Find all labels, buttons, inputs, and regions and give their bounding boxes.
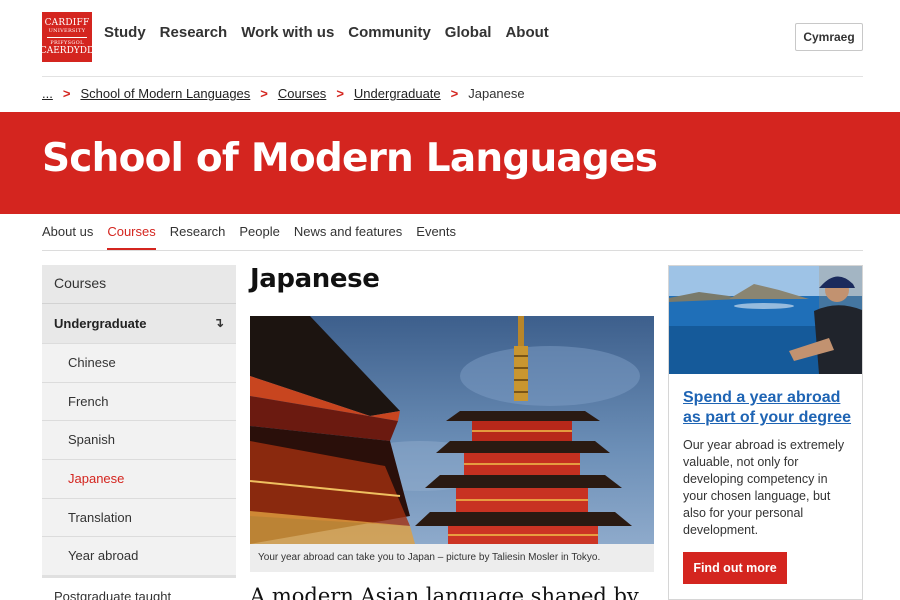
year-abroad-promo-card: Spend a year abroad as part of your degr… [668,265,863,600]
page-title: Japanese [250,264,380,294]
courses-sidebar: Courses Undergraduate ↴ Chinese French S… [42,265,236,600]
nav-study[interactable]: Study [104,24,146,41]
find-out-more-button[interactable]: Find out more [683,552,787,584]
breadcrumb-current: Japanese [468,86,525,101]
tab-research[interactable]: Research [170,224,226,251]
tab-events[interactable]: Events [416,224,456,251]
logo-divider [47,36,87,38]
header-divider [42,76,863,77]
subnav-divider [42,250,863,251]
promo-body: Our year abroad is extremely valuable, n… [683,438,845,537]
chevron-right-icon: > [450,86,459,101]
breadcrumb-undergraduate[interactable]: Undergraduate [354,86,441,101]
nav-research[interactable]: Research [160,24,228,41]
sidebar-item-french[interactable]: French [42,381,236,421]
nav-community[interactable]: Community [348,24,431,41]
year-abroad-photo [669,266,862,374]
logo-line-3: PRIFYSGOL [50,39,84,46]
tab-about-us[interactable]: About us [42,224,93,251]
tab-people[interactable]: People [239,224,279,251]
logo-line-2: UNIVERSITY [48,27,86,34]
site-header: CARDIFF UNIVERSITY PRIFYSGOL CAERDYDD St… [0,0,900,76]
nav-global[interactable]: Global [445,24,492,41]
tab-courses[interactable]: Courses [107,224,156,251]
pagoda-hero-image [250,316,654,544]
sidebar-heading-courses[interactable]: Courses [42,265,236,303]
breadcrumb: ... > School of Modern Languages > Cours… [42,86,525,101]
image-caption: Your year abroad can take you to Japan –… [250,544,654,572]
logo-line-1: CARDIFF [44,17,90,28]
promo-title-link[interactable]: Spend a year abroad as part of your degr… [683,388,853,428]
arrow-down-right-icon: ↴ [213,315,224,330]
school-subnav: About us Courses Research People News an… [42,224,456,251]
main-navigation: Study Research Work with us Community Gl… [104,24,549,41]
nav-about[interactable]: About [505,24,548,41]
sidebar-group-undergraduate[interactable]: Undergraduate ↴ [42,303,236,343]
sidebar-item-translation[interactable]: Translation [42,497,236,537]
sidebar-item-chinese[interactable]: Chinese [42,343,236,382]
cardiff-university-logo[interactable]: CARDIFF UNIVERSITY PRIFYSGOL CAERDYDD [39,12,95,62]
chevron-right-icon: > [336,86,344,101]
logo-line-4: CAERDYDD [39,45,95,56]
chevron-right-icon: > [260,86,268,101]
sidebar-item-japanese[interactable]: Japanese [42,459,236,498]
sidebar-item-spanish[interactable]: Spanish [42,420,236,460]
sidebar-group-label: Undergraduate [54,316,147,331]
sidebar-item-year-abroad[interactable]: Year abroad [42,536,236,576]
breadcrumb-courses[interactable]: Courses [278,86,326,101]
breadcrumb-ellipsis[interactable]: ... [42,86,53,101]
intro-heading: A modern Asian language shaped by [250,584,639,600]
breadcrumb-school[interactable]: School of Modern Languages [80,86,250,101]
nav-work-with-us[interactable]: Work with us [241,24,334,41]
school-banner: School of Modern Languages [0,112,900,214]
language-toggle-button[interactable]: Cymraeg [795,23,863,51]
sidebar-item-postgraduate-taught[interactable]: Postgraduate taught [42,578,236,600]
tab-news-and-features[interactable]: News and features [294,224,402,251]
school-title: School of Modern Languages [42,136,658,181]
chevron-right-icon: > [62,86,71,101]
